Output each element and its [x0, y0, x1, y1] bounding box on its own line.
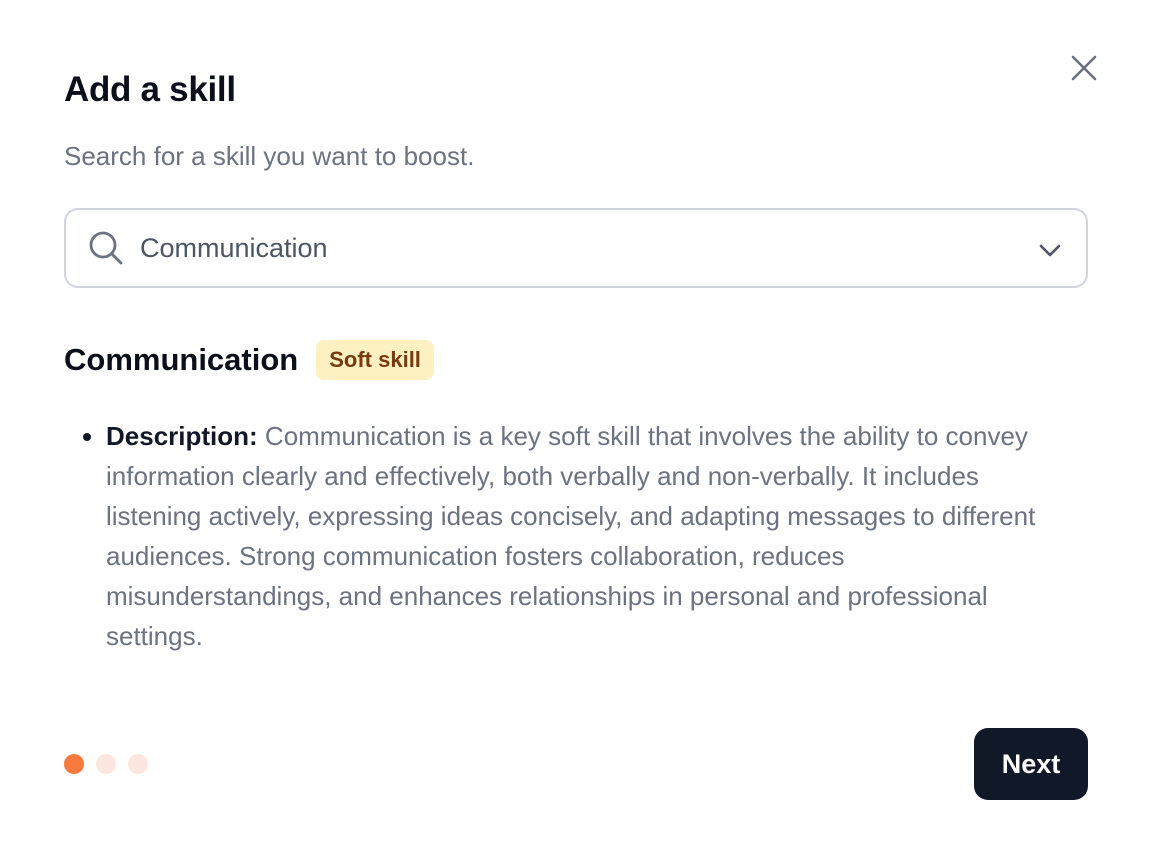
- chevron-down-icon[interactable]: [1036, 236, 1064, 264]
- skill-search-input[interactable]: [140, 222, 1020, 274]
- description-item: Description: Communication is a key soft…: [106, 416, 1074, 656]
- skill-details-list: Description: Communication is a key soft…: [64, 416, 1074, 656]
- dialog-subtitle: Search for a skill you want to boost.: [64, 141, 475, 171]
- next-button[interactable]: Next: [974, 728, 1088, 800]
- skill-name: Communication: [64, 342, 299, 377]
- dialog-title: Add a skill: [64, 70, 236, 109]
- description-label: Description:: [106, 421, 258, 451]
- add-skill-dialog: Add a skill Search for a skill you want …: [0, 0, 1152, 864]
- description-text: Communication is a key soft skill that i…: [106, 421, 1036, 651]
- close-button[interactable]: [1064, 48, 1104, 88]
- step-dot-1: [64, 754, 84, 774]
- skill-search-combobox[interactable]: [64, 208, 1088, 288]
- step-dot-2: [96, 754, 116, 774]
- skill-type-badge: Soft skill: [316, 340, 434, 380]
- search-icon: [89, 231, 123, 265]
- step-dot-3: [128, 754, 148, 774]
- skill-header: Communication Soft skill: [64, 340, 434, 380]
- step-indicator: [64, 754, 148, 774]
- close-icon: [1071, 55, 1097, 81]
